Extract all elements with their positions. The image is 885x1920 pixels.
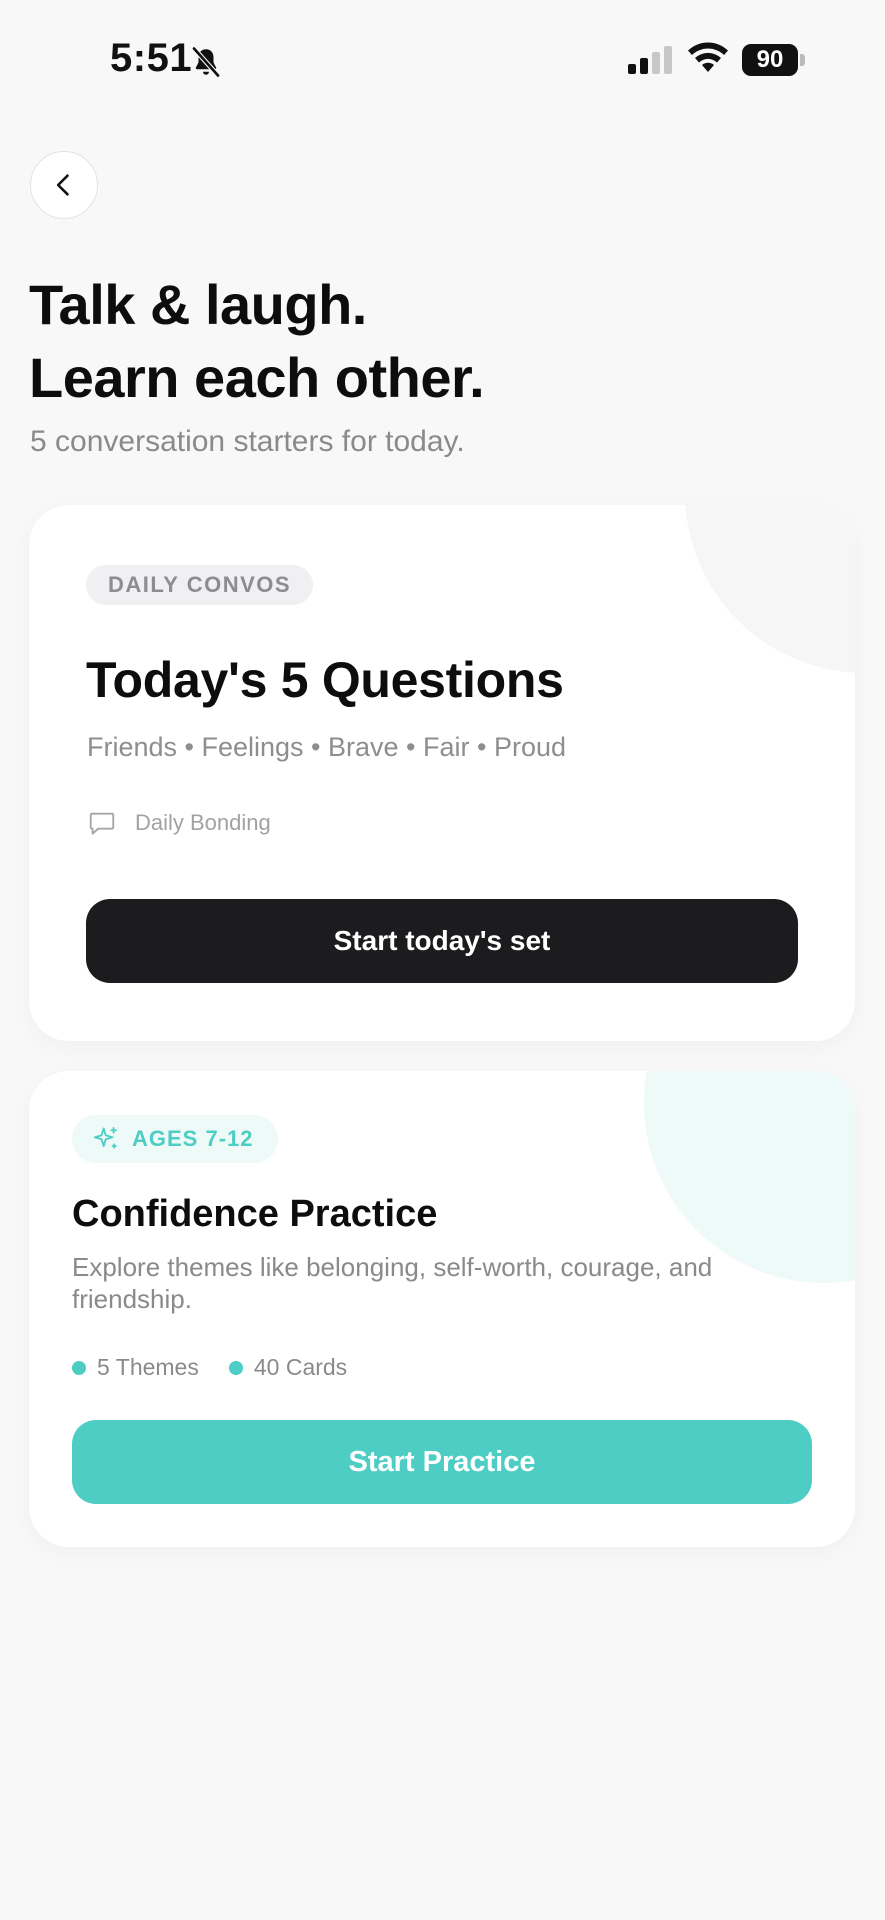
stat-themes: 5 Themes [72, 1354, 199, 1381]
practice-card-description: Explore themes like belonging, self-wort… [72, 1252, 713, 1314]
stat-themes-label: 5 Themes [97, 1354, 199, 1380]
page-title: Talk & laugh. Learn each other. [29, 268, 485, 414]
battery-icon: 90 [742, 44, 806, 76]
wifi-icon [688, 42, 728, 72]
status-time: 5:51 [110, 36, 193, 80]
stat-cards-label: 40 Cards [253, 1354, 348, 1380]
stat-dot [228, 1360, 243, 1375]
chat-bubble-icon [89, 812, 115, 835]
page-title-line-1: Talk & laugh. [29, 273, 367, 336]
practice-card-stats: 5 Themes 40 Cards [72, 1354, 377, 1381]
page-title-line-2: Learn each other. [29, 346, 485, 409]
practice-card-title: Confidence Practice [72, 1193, 438, 1235]
confidence-practice-card: AGES 7-12 Confidence Practice Explore th… [29, 1071, 855, 1547]
daily-card-topics: Friends • Feelings • Brave • Fair • Prou… [87, 732, 566, 762]
daily-card-meta: Daily Bonding [87, 808, 271, 838]
battery-tip [800, 54, 805, 66]
decorative-circle [685, 505, 855, 673]
ages-badge-label: AGES 7-12 [132, 1126, 254, 1151]
daily-convos-card: DAILY CONVOS Today's 5 Questions Friends… [29, 505, 855, 1041]
start-practice-button[interactable]: Start Practice [72, 1420, 812, 1504]
start-todays-set-button[interactable]: Start today's set [86, 899, 798, 983]
page-subtitle: 5 conversation starters for today. [30, 425, 465, 458]
back-button[interactable] [30, 151, 98, 219]
bell-slash-icon [191, 46, 221, 78]
stat-cards: 40 Cards [228, 1354, 348, 1381]
daily-card-title: Today's 5 Questions [86, 652, 564, 708]
ages-badge: AGES 7-12 [72, 1115, 278, 1163]
battery-level: 90 [742, 44, 798, 76]
stat-dot [72, 1360, 86, 1375]
sparkle-icon [93, 1126, 117, 1149]
signal-icon [628, 46, 672, 74]
chevron-left-icon [56, 174, 69, 196]
daily-bonding-label: Daily Bonding [135, 810, 271, 835]
daily-convos-badge: DAILY CONVOS [86, 565, 314, 605]
status-bar: 5:51 90 [0, 0, 885, 120]
